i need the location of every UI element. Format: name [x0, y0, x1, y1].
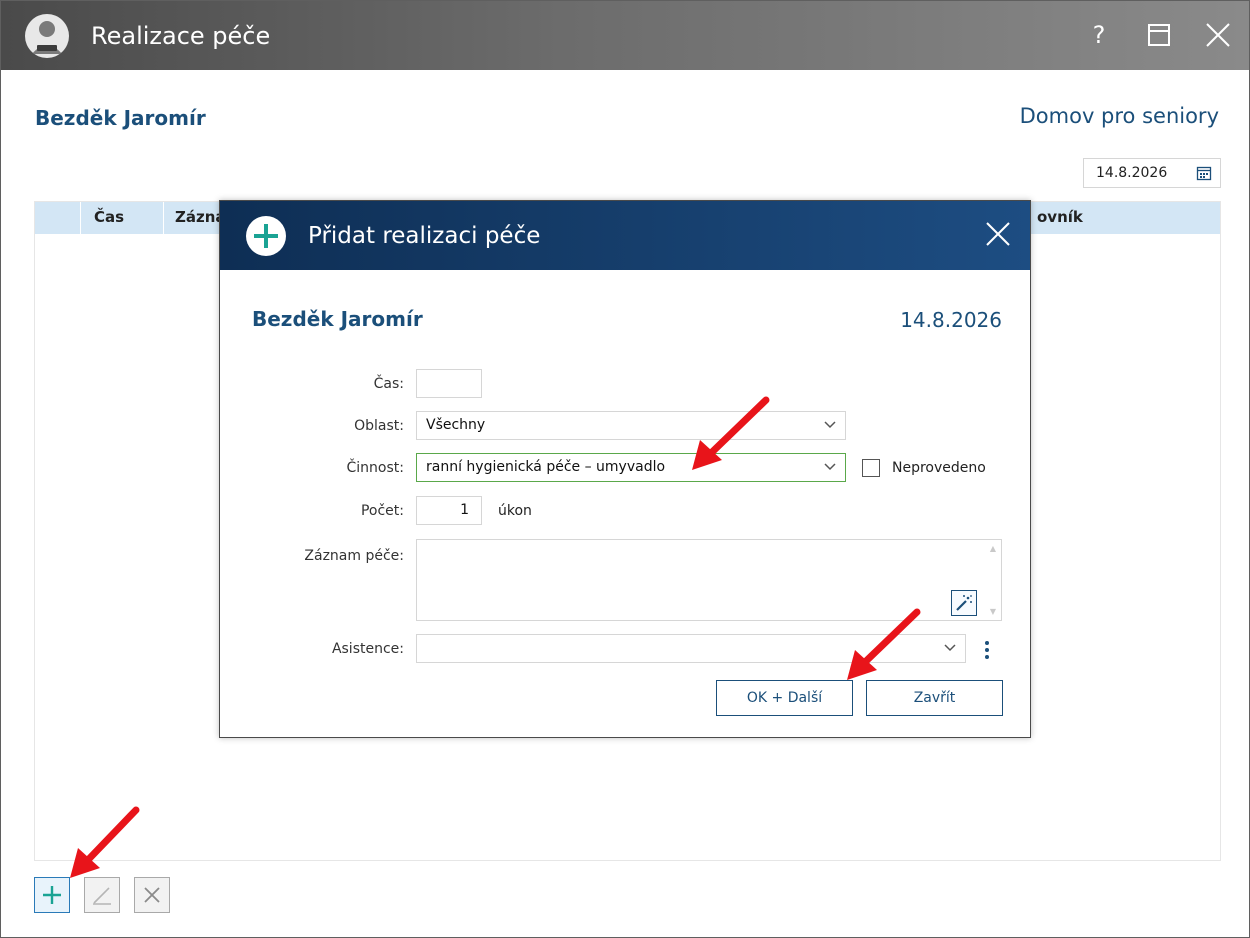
dialog-close-icon[interactable] [982, 218, 1014, 250]
count-input[interactable]: 1 [416, 496, 482, 525]
delete-button[interactable] [134, 877, 170, 913]
calendar-icon[interactable] [1196, 165, 1212, 181]
count-unit: úkon [498, 503, 532, 519]
patient-name: Bezděk Jaromír [35, 106, 206, 130]
chevron-down-icon [824, 463, 836, 471]
activity-select[interactable]: ranní hygienická péče – umyvadlo [416, 453, 846, 482]
delete-icon [144, 887, 160, 903]
ok-next-button[interactable]: OK + Další [716, 680, 853, 716]
user-avatar-icon [25, 14, 69, 58]
magic-wand-button[interactable] [951, 590, 977, 616]
assist-select[interactable] [416, 634, 966, 663]
magic-wand-icon [956, 595, 972, 611]
not-done-checkbox[interactable] [862, 459, 880, 477]
activity-label: Činnost: [346, 460, 404, 476]
edit-icon [93, 887, 111, 905]
close-button[interactable]: Zavřít [866, 680, 1003, 716]
area-value: Všechny [426, 417, 486, 433]
column-separator [80, 202, 81, 234]
dialog-header: Přidat realizaci péče [220, 201, 1030, 270]
date-value: 14.8.2026 [1096, 165, 1168, 181]
help-button[interactable]: ? [1082, 17, 1116, 53]
activity-value: ranní hygienická péče – umyvadlo [426, 459, 666, 475]
edit-button[interactable] [84, 877, 120, 913]
dialog-date: 14.8.2026 [900, 308, 1002, 332]
window-title: Realizace péče [91, 22, 271, 50]
care-record-textarea[interactable]: ▲ ▼ [416, 539, 1002, 621]
more-options-icon[interactable] [982, 638, 992, 662]
not-done-label: Neprovedeno [892, 460, 986, 476]
column-header-time[interactable]: Čas [94, 202, 124, 234]
column-separator [163, 202, 164, 234]
time-input[interactable] [416, 369, 482, 398]
add-button[interactable] [34, 877, 70, 913]
dialog-patient-name: Bezděk Jaromír [252, 307, 423, 331]
scroll-down-icon[interactable]: ▼ [990, 607, 996, 616]
add-care-dialog: Přidat realizaci péče Bezděk Jaromír 14.… [219, 200, 1031, 738]
area-label: Oblast: [354, 418, 404, 434]
chevron-down-icon [944, 644, 956, 652]
chevron-down-icon [824, 421, 836, 429]
scroll-up-icon[interactable]: ▲ [990, 544, 996, 553]
date-picker[interactable]: 14.8.2026 [1083, 158, 1221, 188]
column-header-worker[interactable]: ovník [1037, 202, 1083, 234]
plus-icon [43, 886, 61, 904]
dialog-title: Přidat realizaci péče [308, 223, 541, 249]
assist-label: Asistence: [331, 641, 404, 657]
record-label: Záznam péče: [304, 548, 404, 564]
facility-name: Domov pro seniory [1019, 104, 1219, 128]
area-select[interactable]: Všechny [416, 411, 846, 440]
title-bar: Realizace péče ? [1, 1, 1249, 70]
close-icon[interactable] [1201, 17, 1235, 53]
add-circle-icon [246, 216, 286, 256]
maximize-icon[interactable] [1142, 17, 1176, 53]
time-label: Čas: [373, 376, 404, 392]
count-label: Počet: [360, 503, 404, 519]
column-header-record[interactable]: Zázna [175, 202, 226, 234]
